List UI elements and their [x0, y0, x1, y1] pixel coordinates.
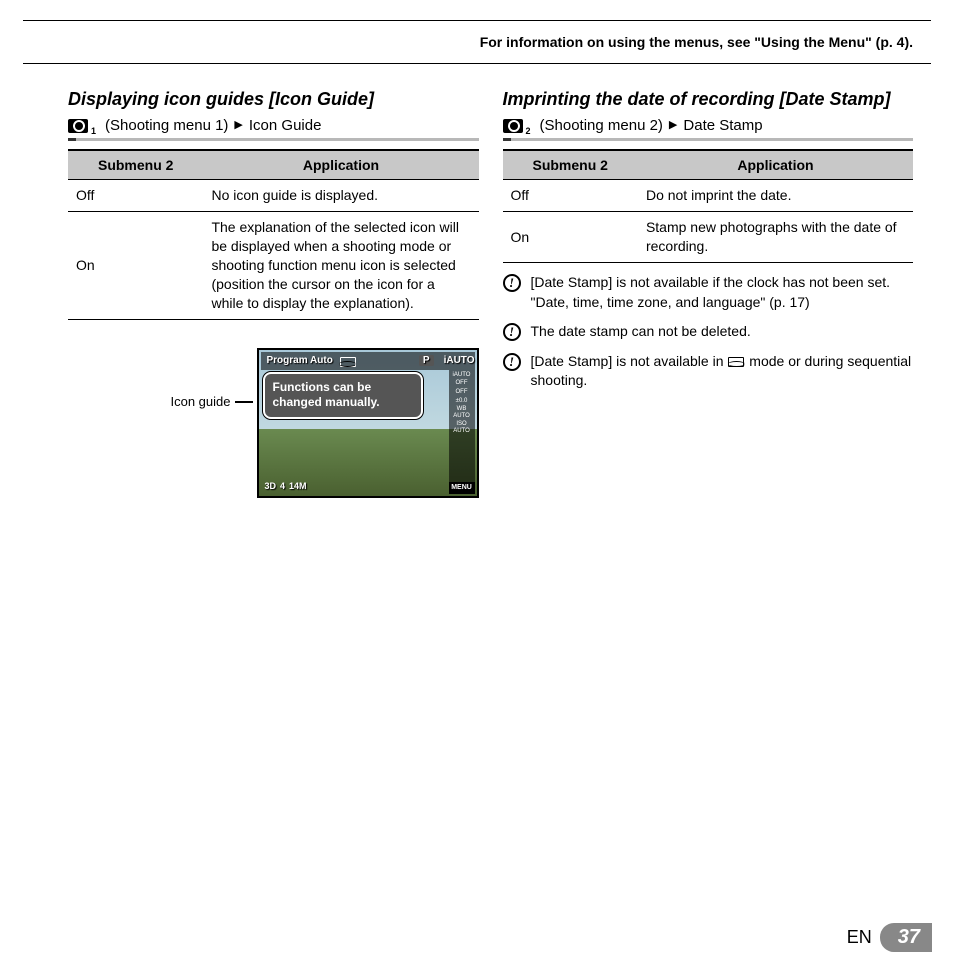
lcd-sidebar: iAUTO OFF OFF ±0.0 WB AUTO ISO AUTO: [449, 370, 475, 494]
lcd-mode-text: Program Auto: [267, 355, 333, 366]
camera-sub-1: 1: [91, 126, 96, 136]
th-submenu: Submenu 2: [503, 150, 638, 180]
note-1: ! [Date Stamp] is not available if the c…: [503, 273, 914, 312]
cell-off-desc: Do not imprint the date.: [638, 180, 913, 212]
note-2-text: The date stamp can not be deleted.: [531, 322, 751, 342]
breadcrumb-item-1: Icon Guide: [249, 117, 322, 134]
header-text: For information on using the menus, see …: [480, 34, 913, 50]
table-row: Off Do not imprint the date.: [503, 180, 914, 212]
content: Displaying icon guides [Icon Guide] 1 (S…: [23, 64, 931, 498]
note-line: "Date, time, time zone, and language" (p…: [531, 294, 810, 310]
note-line: [Date Stamp] is not available if the clo…: [531, 274, 891, 290]
breadcrumb-item-2: Date Stamp: [683, 117, 762, 134]
table-header-row: Submenu 2 Application: [68, 150, 479, 180]
page-number-badge: 37: [880, 923, 932, 952]
panorama-icon: [340, 357, 356, 367]
side-item: ISO AUTO: [449, 421, 475, 434]
figure-icon-guide: Icon guide Program Auto P iAUTO Function…: [68, 348, 479, 498]
lcd-mode-p: P: [419, 355, 434, 366]
cell-off: Off: [503, 180, 638, 212]
side-item: OFF: [456, 380, 468, 387]
icon-guide-table: Submenu 2 Application Off No icon guide …: [68, 149, 479, 319]
camera-icon: [503, 119, 523, 133]
cell-off: Off: [68, 180, 203, 212]
th-application: Application: [203, 150, 478, 180]
breadcrumb-date-stamp: 2 (Shooting menu 2) ▶ Date Stamp: [503, 117, 914, 141]
camera-sub-2: 2: [526, 126, 531, 136]
breadcrumb-menu-1: (Shooting menu 1): [105, 117, 228, 134]
note-3: ! [Date Stamp] is not available in mode …: [503, 352, 914, 391]
cell-off-desc: No icon guide is displayed.: [203, 180, 478, 212]
date-stamp-table: Submenu 2 Application Off Do not imprint…: [503, 149, 914, 263]
side-item: iAUTO: [453, 372, 471, 379]
note-icon: !: [503, 353, 521, 371]
table-row: On Stamp new photographs with the date o…: [503, 212, 914, 263]
callout-line: [235, 401, 253, 403]
cell-on: On: [68, 212, 203, 319]
th-application: Application: [638, 150, 913, 180]
lcd-bottombar: 3D 4 14M: [261, 478, 449, 494]
cell-on-desc: The explanation of the selected icon wil…: [203, 212, 478, 319]
side-item: OFF: [456, 389, 468, 396]
bottom-item: 3D: [265, 481, 277, 491]
lcd-preview: Program Auto P iAUTO Functions can be ch…: [257, 348, 479, 498]
header-bar: For information on using the menus, see …: [23, 20, 931, 64]
bottom-item: 14M: [289, 481, 307, 491]
cell-on: On: [503, 212, 638, 263]
section-title-icon-guide: Displaying icon guides [Icon Guide]: [68, 88, 479, 111]
panorama-icon: [728, 357, 744, 367]
table-row: Off No icon guide is displayed.: [68, 180, 479, 212]
side-item: ±0.0: [456, 398, 468, 405]
breadcrumb-menu-2: (Shooting menu 2): [540, 117, 663, 134]
chevron-right-icon: ▶: [669, 118, 677, 131]
cell-on-desc: Stamp new photographs with the date of r…: [638, 212, 913, 263]
side-item: WB AUTO: [449, 406, 475, 419]
footer-language: EN: [847, 927, 872, 948]
note-icon: !: [503, 323, 521, 341]
bottom-item: 4: [280, 481, 285, 491]
lcd-iauto: iAUTO: [444, 355, 475, 366]
section-title-date-stamp: Imprinting the date of recording [Date S…: [503, 88, 914, 111]
breadcrumb-icon-guide: 1 (Shooting menu 1) ▶ Icon Guide: [68, 117, 479, 141]
th-submenu: Submenu 2: [68, 150, 203, 180]
table-header-row: Submenu 2 Application: [503, 150, 914, 180]
note-2: ! The date stamp can not be deleted.: [503, 322, 914, 342]
note-line: [Date Stamp] is not available in: [531, 353, 728, 369]
footer: EN 37: [847, 923, 932, 952]
right-column: Imprinting the date of recording [Date S…: [503, 88, 914, 498]
note-1-text: [Date Stamp] is not available if the clo…: [531, 273, 891, 312]
note-3-text: [Date Stamp] is not available in mode or…: [531, 352, 914, 391]
lcd-tooltip: Functions can be changed manually.: [263, 372, 423, 419]
left-column: Displaying icon guides [Icon Guide] 1 (S…: [68, 88, 479, 498]
note-icon: !: [503, 274, 521, 292]
lcd-menu-tag: MENU: [449, 482, 475, 494]
table-row: On The explanation of the selected icon …: [68, 212, 479, 319]
chevron-right-icon: ▶: [234, 118, 242, 131]
camera-icon: [68, 119, 88, 133]
figure-label: Icon guide: [171, 348, 231, 409]
lcd-topbar: Program Auto P iAUTO: [261, 352, 475, 370]
